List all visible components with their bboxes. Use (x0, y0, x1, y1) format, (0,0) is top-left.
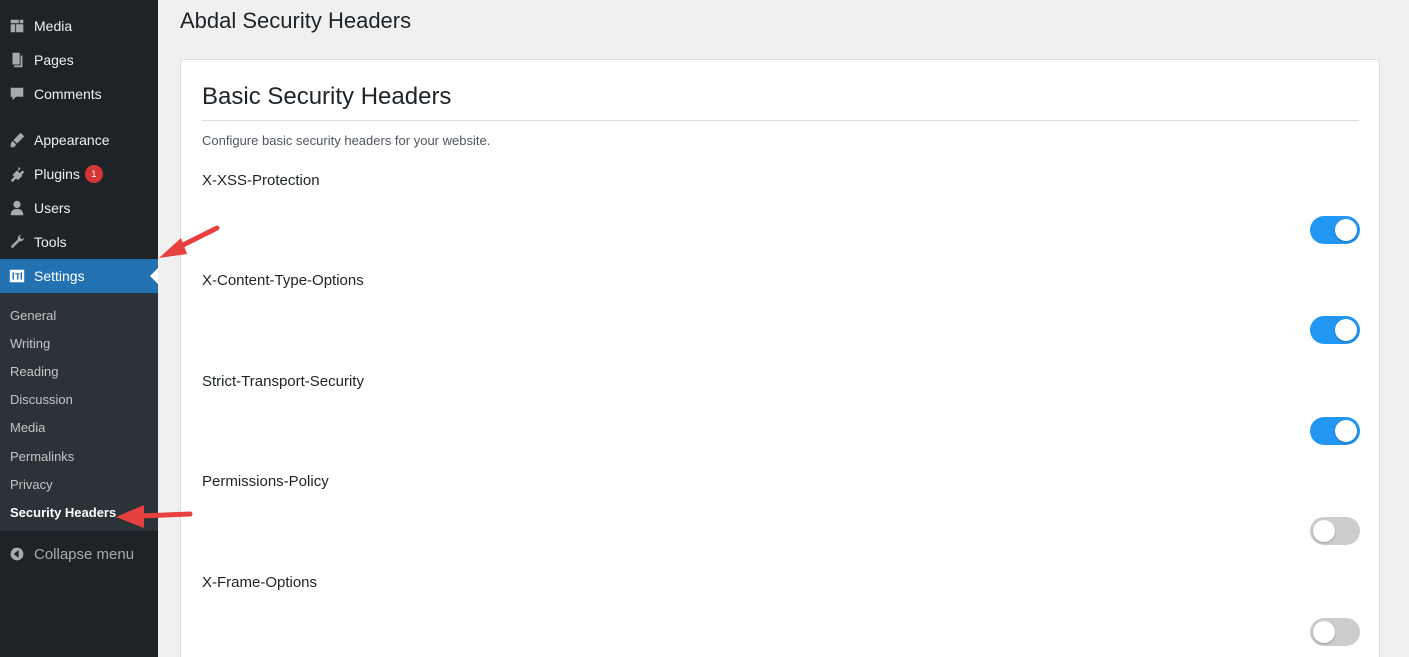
collapse-menu-button[interactable]: Collapse menu (0, 538, 158, 570)
submenu-item-writing[interactable]: Writing (10, 336, 50, 351)
submenu-item-permalinks[interactable]: Permalinks (10, 449, 74, 464)
submenu-item-reading[interactable]: Reading (10, 364, 58, 379)
toggle-knob (1313, 621, 1335, 643)
comments-icon (0, 85, 34, 103)
settings-icon (0, 267, 34, 285)
setting-label-x-xss-protection: X-XSS-Protection (202, 172, 320, 189)
submenu-item-discussion[interactable]: Discussion (10, 392, 73, 407)
collapse-arrow-icon (0, 546, 34, 562)
users-icon (0, 199, 34, 217)
toggle-strict-transport-security[interactable] (1310, 417, 1360, 445)
sidebar-item-label: Media (34, 18, 73, 34)
sidebar-item-label: Pages (34, 52, 74, 68)
sidebar-item-label: Users (34, 200, 71, 216)
sidebar-item-comments[interactable]: Comments (0, 77, 158, 111)
setting-label-strict-transport-security: Strict-Transport-Security (202, 373, 364, 390)
sidebar-item-tools[interactable]: Tools (0, 225, 158, 259)
sidebar-item-plugins[interactable]: Plugins 1 (0, 157, 158, 191)
submenu-item-privacy[interactable]: Privacy (10, 477, 53, 492)
sidebar-item-appearance[interactable]: Appearance (0, 123, 158, 157)
toggle-x-frame-options[interactable] (1310, 618, 1360, 646)
setting-label-x-frame-options: X-Frame-Options (202, 574, 318, 591)
sidebar-item-label: Tools (34, 234, 67, 250)
update-count-badge: 1 (84, 165, 103, 183)
setting-label-x-content-type-options: X-Content-Type-Options (202, 272, 364, 289)
toggle-permissions-policy[interactable] (1310, 517, 1360, 545)
divider (202, 120, 1359, 121)
sidebar-item-users[interactable]: Users (0, 191, 158, 225)
toggle-knob (1335, 319, 1357, 341)
toggle-x-xss-protection[interactable] (1310, 216, 1360, 244)
pages-icon (0, 51, 34, 69)
sidebar-item-label: Comments (34, 86, 102, 102)
tools-icon (0, 233, 34, 251)
toggle-knob (1335, 420, 1357, 442)
sidebar-item-label: Appearance (34, 132, 110, 148)
card-description: Configure basic security headers for you… (202, 133, 491, 148)
page-title: Abdal Security Headers (180, 8, 412, 33)
submenu-item-general[interactable]: General (10, 308, 56, 323)
toggle-x-content-type-options[interactable] (1310, 316, 1360, 344)
sidebar-item-pages[interactable]: Pages (0, 43, 158, 77)
media-icon (0, 17, 34, 35)
submenu-item-media[interactable]: Media (10, 420, 45, 435)
settings-submenu: General Writing Reading Discussion Media… (0, 293, 158, 531)
setting-label-permissions-policy: Permissions-Policy (202, 473, 329, 490)
sidebar-item-label: Plugins (34, 166, 80, 182)
plugins-icon (0, 165, 34, 183)
sidebar-item-settings[interactable]: Settings (0, 259, 158, 293)
toggle-knob (1335, 219, 1357, 241)
sidebar-item-media[interactable]: Media (0, 9, 158, 43)
toggle-knob (1313, 520, 1335, 542)
admin-sidebar: Media Pages Comments Appearance Plugins … (0, 0, 158, 657)
sidebar-item-label: Settings (34, 268, 85, 284)
appearance-icon (0, 131, 34, 149)
card-title: Basic Security Headers (202, 83, 452, 110)
collapse-menu-label: Collapse menu (34, 545, 135, 563)
settings-card: Basic Security Headers Configure basic s… (180, 59, 1380, 657)
submenu-item-security-headers[interactable]: Security Headers (10, 505, 116, 520)
